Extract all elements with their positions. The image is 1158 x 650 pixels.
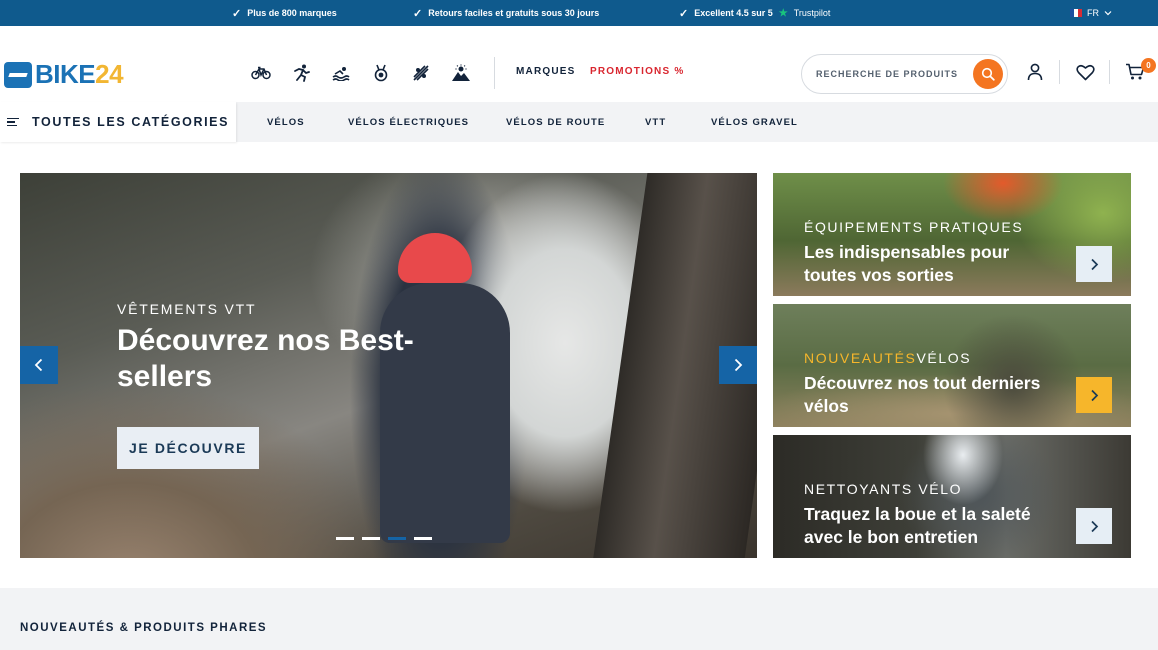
user-icon xyxy=(1027,63,1043,81)
hero-title: Découvrez nos Best-sellers xyxy=(117,324,414,393)
chevron-left-icon xyxy=(34,358,43,372)
hero-cta-button[interactable]: JE DÉCOUVRE xyxy=(117,427,259,469)
banner-eyebrow-text: VÉLOS xyxy=(916,350,972,366)
banner-eyebrow: NOUVEAUTÉSVÉLOS xyxy=(804,350,971,366)
hero-carousel[interactable]: VÊTEMENTS VTT Découvrez nos Best-sellers… xyxy=(20,173,757,558)
cart-count-badge: 0 xyxy=(1141,58,1156,73)
banner-nettoyants[interactable]: NETTOYANTS VÉLO Traquez la boue et la sa… xyxy=(773,435,1131,558)
usp-brands-text: Plus de 800 marques xyxy=(247,8,337,18)
header-icon-divider xyxy=(1059,60,1060,84)
header-icon-divider xyxy=(1109,60,1110,84)
carousel-pagination xyxy=(336,537,432,540)
chevron-right-icon xyxy=(1090,520,1098,532)
product-search[interactable]: RECHERCHE DE PRODUITS xyxy=(801,54,1008,94)
france-flag-icon xyxy=(1070,9,1082,17)
hero-prev-button[interactable] xyxy=(20,346,58,384)
language-selector[interactable]: FR xyxy=(1070,0,1112,26)
wishlist-button[interactable] xyxy=(1074,61,1096,83)
check-icon: ✓ xyxy=(413,7,423,20)
new-and-featured-section: NOUVEAUTÉS & PRODUITS PHARES xyxy=(0,588,1158,650)
section-heading: NOUVEAUTÉS & PRODUITS PHARES xyxy=(20,622,268,634)
banner-title: Traquez la boue et la saleté avec le bon… xyxy=(804,504,1031,547)
header-divider xyxy=(494,57,495,89)
chevron-down-icon xyxy=(1104,11,1112,16)
category-link-velos-de-route[interactable]: VÉLOS DE ROUTE xyxy=(506,102,605,142)
language-code: FR xyxy=(1087,8,1099,18)
carousel-dot[interactable] xyxy=(336,537,354,540)
swimming-icon[interactable] xyxy=(329,61,353,85)
search-input[interactable]: RECHERCHE DE PRODUITS xyxy=(816,69,973,79)
hero-eyebrow: VÊTEMENTS VTT xyxy=(117,301,257,317)
hero-photo-rider xyxy=(380,283,510,543)
category-link-velos[interactable]: VÉLOS xyxy=(267,102,305,142)
chevron-right-icon xyxy=(734,358,743,372)
sport-category-icons xyxy=(249,61,473,85)
mountain-sun-icon[interactable] xyxy=(449,61,473,85)
category-link-vtt[interactable]: VTT xyxy=(645,102,666,142)
usp-rating[interactable]: ✓ Excellent 4.5 sur 5 ★ Trustpilot xyxy=(679,0,830,26)
account-button[interactable] xyxy=(1024,61,1046,83)
carousel-dot-active[interactable] xyxy=(388,537,406,540)
search-button[interactable] xyxy=(973,59,1003,89)
usp-brands: ✓ Plus de 800 marques xyxy=(232,0,337,26)
usp-returns-text: Retours faciles et gratuits sous 30 jour… xyxy=(428,8,600,18)
chevron-right-icon xyxy=(1090,389,1098,401)
banner-eyebrow: NETTOYANTS VÉLO xyxy=(804,481,963,497)
bike24-logo-mark-icon xyxy=(4,61,32,88)
banner-arrow-button[interactable] xyxy=(1076,377,1112,413)
menu-icon xyxy=(7,117,19,127)
usp-rating-text: Excellent 4.5 sur 5 xyxy=(694,8,773,18)
usp-top-bar: ✓ Plus de 800 marques ✓ Retours faciles … xyxy=(0,0,1158,26)
nav-brands-link[interactable]: MARQUES xyxy=(516,66,576,77)
trustpilot-label: Trustpilot xyxy=(793,8,831,18)
carousel-dot[interactable] xyxy=(362,537,380,540)
banner-equipements[interactable]: ÉQUIPEMENTS PRATIQUES Les indispensables… xyxy=(773,173,1131,296)
banner-eyebrow-highlight: NOUVEAUTÉS xyxy=(804,350,917,366)
hero-next-button[interactable] xyxy=(719,346,757,384)
triathlon-medal-icon[interactable] xyxy=(369,61,393,85)
all-categories-label: TOUTES LES CATÉGORIES xyxy=(32,115,230,129)
nav-promotions-link[interactable]: PROMOTIONS % xyxy=(590,66,684,77)
outdoor-climbing-icon[interactable] xyxy=(409,61,433,85)
banner-title: Découvrez nos tout derniers vélos xyxy=(804,373,1041,416)
all-categories-button[interactable]: TOUTES LES CATÉGORIES xyxy=(0,102,236,142)
carousel-dot[interactable] xyxy=(414,537,432,540)
heart-icon xyxy=(1075,64,1095,80)
banner-nouveautes-velos[interactable]: NOUVEAUTÉSVÉLOS Découvrez nos tout derni… xyxy=(773,304,1131,427)
banner-title: Les indispensables pour toutes vos sorti… xyxy=(804,242,1010,285)
logo-wordmark: BIKE24 xyxy=(35,59,124,89)
check-icon: ✓ xyxy=(232,7,242,20)
banner-eyebrow: ÉQUIPEMENTS PRATIQUES xyxy=(804,219,1024,235)
check-icon: ✓ xyxy=(679,7,689,20)
chevron-right-icon xyxy=(1090,258,1098,270)
banner-arrow-button[interactable] xyxy=(1076,508,1112,544)
bike24-logo[interactable]: BIKE24 xyxy=(4,59,124,90)
bicycle-icon[interactable] xyxy=(249,61,273,85)
category-link-velos-electriques[interactable]: VÉLOS ÉLECTRIQUES xyxy=(348,102,469,142)
banner-arrow-button[interactable] xyxy=(1076,246,1112,282)
usp-returns: ✓ Retours faciles et gratuits sous 30 jo… xyxy=(413,0,599,26)
search-icon xyxy=(981,67,995,81)
running-icon[interactable] xyxy=(289,61,313,85)
trustpilot-star-icon: ★ xyxy=(778,7,788,19)
category-link-velos-gravel[interactable]: VÉLOS GRAVEL xyxy=(711,102,798,142)
